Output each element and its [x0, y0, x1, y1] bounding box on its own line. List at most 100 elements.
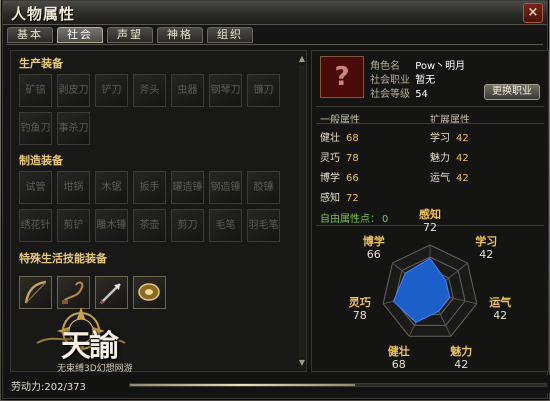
- character-name-row: 角色名 Pow丶明月: [370, 57, 465, 72]
- attr-erudition: 博学 66: [320, 169, 359, 184]
- attributes-header-divider: [316, 123, 544, 124]
- radar-label-name: 魅力: [450, 344, 473, 358]
- character-job-label: 社会职业: [370, 75, 410, 86]
- scroll-down-icon[interactable]: ▼: [297, 358, 307, 368]
- crafting-slot[interactable]: 试管: [19, 171, 52, 204]
- crafting-slot[interactable]: 扳手: [133, 171, 166, 204]
- tab-organization[interactable]: 组织: [207, 27, 253, 43]
- production-slot[interactable]: 矿镐: [19, 74, 52, 107]
- radar-label-value: 66: [366, 248, 381, 262]
- tab-social[interactable]: 社会: [57, 27, 103, 43]
- tab-basic[interactable]: 基本: [7, 27, 53, 43]
- job-portrait-icon: ?: [320, 56, 364, 98]
- character-level-value: 54: [415, 89, 428, 100]
- attr-dexterity-value: 78: [346, 153, 359, 164]
- character-info-panel: ? 角色名 Pow丶明月 社会职业 暂无 社会等级 54 更换职业 一般属性 扩…: [311, 50, 549, 372]
- radar-label: 魅力 42: [441, 345, 481, 371]
- character-name-label: 角色名: [370, 61, 400, 72]
- section-title-production: 生产装备: [19, 57, 63, 70]
- attr-dexterity-name: 灵巧: [320, 153, 340, 164]
- info-divider: [316, 106, 544, 107]
- close-button[interactable]: ×: [523, 3, 543, 23]
- section-title-crafting: 制造装备: [19, 154, 63, 167]
- character-level-label: 社会等级: [370, 89, 410, 100]
- attr-charm-value: 42: [456, 153, 469, 164]
- radar-label-name: 灵巧: [348, 296, 371, 310]
- attr-dexterity: 灵巧 78: [320, 149, 359, 164]
- attr-robust: 健壮 68: [320, 129, 359, 144]
- attr-learning-name: 学习: [430, 133, 450, 144]
- radar-label-value: 42: [454, 357, 469, 371]
- crafting-slot[interactable]: 羽毛笔: [247, 209, 280, 242]
- radar-label-value: 78: [352, 309, 367, 323]
- production-slot[interactable]: 剥皮刀: [57, 74, 90, 107]
- production-slot[interactable]: 虫器: [171, 74, 204, 107]
- game-logo: 天諭 无束缚3D幻想网游: [17, 299, 147, 377]
- attr-perception: 感知 72: [320, 189, 359, 204]
- radar-label-value: 68: [391, 357, 406, 371]
- equipment-scrollbar[interactable]: [299, 65, 305, 357]
- attr-luck: 运气 42: [430, 169, 469, 184]
- crafting-slot[interactable]: 绣花针: [19, 209, 52, 242]
- production-slot[interactable]: 斧头: [133, 74, 166, 107]
- section-title-special: 特殊生活技能装备: [19, 252, 107, 265]
- production-slot[interactable]: 镰刀: [247, 74, 280, 107]
- radar-label-name: 健壮: [387, 344, 410, 358]
- labor-progress-bar: [129, 383, 547, 387]
- tab-reputation[interactable]: 声望: [107, 27, 153, 43]
- radar-label: 学习 42: [466, 235, 506, 261]
- radar-label-name: 感知: [419, 208, 441, 221]
- character-attributes-window: 人物属性 × 基本 社会 声望 神格 组织 生产装备 矿镐 剥皮刀 铲刀 斧头 虫器 钢琴…: [2, 0, 550, 399]
- attr-learning-value: 42: [456, 133, 469, 144]
- tab-bar: 基本 社会 声望 神格 组织: [7, 27, 253, 45]
- production-slot[interactable]: 钓鱼刀: [19, 112, 52, 145]
- production-slot[interactable]: 钢琴刀: [209, 74, 242, 107]
- tab-divinity[interactable]: 神格: [157, 27, 203, 43]
- attr-robust-name: 健壮: [320, 133, 340, 144]
- crafting-slot[interactable]: 毛笔: [209, 209, 242, 242]
- radar-label: 感知 72: [410, 208, 450, 234]
- crafting-slot[interactable]: 剪刀: [171, 209, 204, 242]
- radar-label-name: 学习: [475, 235, 498, 249]
- character-job-row: 社会职业 暂无: [370, 71, 435, 86]
- attr-charm-name: 魅力: [430, 153, 450, 164]
- scroll-up-icon[interactable]: ▲: [297, 54, 307, 64]
- crafting-slot[interactable]: 胶锤: [247, 171, 280, 204]
- attr-luck-value: 42: [456, 173, 469, 184]
- radar-label-name: 博学: [362, 235, 385, 249]
- radar-label-value: 42: [493, 309, 508, 323]
- window-titlebar[interactable]: 人物属性 ×: [3, 1, 547, 25]
- crafting-slot[interactable]: 雕木锤: [95, 209, 128, 242]
- window-title: 人物属性: [11, 5, 76, 23]
- radar-label: 运气 42: [480, 296, 520, 322]
- radar-label-value: 72: [423, 221, 437, 234]
- attr-charm: 魅力 42: [430, 149, 469, 164]
- labor-points-text: 劳动力:202/373: [11, 382, 86, 393]
- crafting-slot[interactable]: 钢造锤: [209, 171, 242, 204]
- attr-learning: 学习 42: [430, 129, 469, 144]
- tab-divider: [7, 44, 543, 45]
- logo-text: 天諭: [61, 329, 119, 364]
- attr-robust-value: 68: [346, 133, 359, 144]
- crafting-slot[interactable]: 木锯: [95, 171, 128, 204]
- radar-label: 健壮 68: [379, 345, 419, 371]
- production-slot[interactable]: 事杀刀: [57, 112, 90, 145]
- character-level-row: 社会等级 54: [370, 85, 428, 100]
- crafting-slot[interactable]: 剪铲: [57, 209, 90, 242]
- radar-label: 灵巧 78: [340, 296, 380, 322]
- attr-perception-name: 感知: [320, 193, 340, 204]
- attribute-radar-chart: 感知 72 学习 42 运气 42 魅力 42 健壮 68 灵巧 78 博学 66: [312, 208, 550, 371]
- attr-erudition-name: 博学: [320, 173, 340, 184]
- radar-label-value: 42: [479, 248, 494, 262]
- logo-subtitle: 无束缚3D幻想网游: [57, 364, 133, 374]
- change-job-button[interactable]: 更换职业: [484, 84, 540, 100]
- radar-label: 博学 66: [354, 235, 394, 261]
- labor-progress-fill: [130, 384, 356, 386]
- radar-label-name: 运气: [489, 296, 512, 310]
- crafting-slot[interactable]: 坩锅: [57, 171, 90, 204]
- crafting-slot[interactable]: 茶壶: [133, 209, 166, 242]
- crafting-slot[interactable]: 罐造锤: [171, 171, 204, 204]
- attr-perception-value: 72: [346, 193, 359, 204]
- production-slot[interactable]: 铲刀: [95, 74, 128, 107]
- attr-luck-name: 运气: [430, 173, 450, 184]
